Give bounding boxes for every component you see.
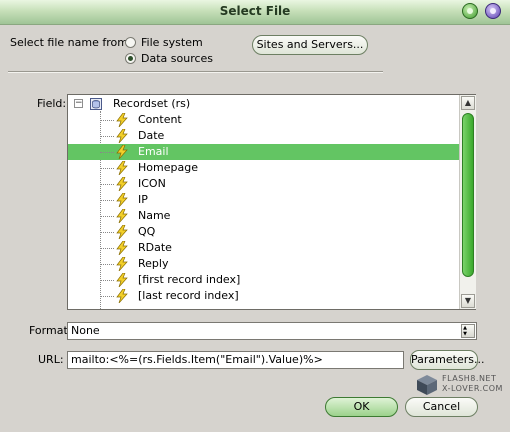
lightning-bolt-icon [116,288,128,304]
close-icon[interactable] [485,3,501,19]
data-sources-label[interactable]: Data sources [141,52,213,65]
sites-and-servers-button[interactable]: Sites and Servers... [252,35,368,55]
field-item-label: RDate [138,241,172,254]
field-item-first-record-index[interactable]: [first record index] [68,272,460,288]
field-item-label: IP [138,193,148,206]
lightning-bolt-icon [116,160,128,176]
field-item-rdate[interactable]: RDate [68,240,460,256]
watermark-line2: X-LOVER.COM [442,384,503,393]
format-label: Format: [29,324,72,337]
lightning-bolt-icon [116,256,128,272]
tree-connector [100,264,114,265]
chevron-down-icon[interactable]: ▲▼ [461,324,475,338]
scroll-up-icon[interactable]: ▲ [461,96,475,110]
tree-connector [100,168,114,169]
lightning-bolt-icon [116,224,128,240]
database-icon [90,98,102,110]
tree-connector [100,184,114,185]
file-system-radio[interactable] [125,37,136,48]
field-tree[interactable]: − Recordset (rs) Content Date Email Homepag… [67,94,476,310]
cube-logo-icon [417,375,437,395]
lightning-bolt-icon [116,144,128,160]
lightning-bolt-icon [116,272,128,288]
lightning-bolt-icon [116,240,128,256]
scroll-down-icon[interactable]: ▼ [461,294,475,308]
cancel-button[interactable]: Cancel [405,397,478,417]
collapse-icon[interactable]: − [74,99,83,108]
field-item-email[interactable]: Email [68,144,460,160]
source-label: Select file name from: [10,36,132,49]
field-item-label: Reply [138,257,169,270]
tree-connector [100,136,114,137]
lightning-bolt-icon [116,176,128,192]
field-label: Field: [37,97,67,110]
tree-root-recordset[interactable]: − Recordset (rs) [68,96,460,112]
field-item-ip[interactable]: IP [68,192,460,208]
data-sources-radio[interactable] [125,53,136,64]
field-item-label: Date [138,129,165,142]
watermark-line1: FLASH8.NET [442,374,497,383]
file-system-label[interactable]: File system [141,36,203,49]
format-value: None [71,324,100,337]
field-item-label: Name [138,209,171,222]
url-value: mailto:<%=(rs.Fields.Item("Email").Value… [71,353,323,366]
tree-connector [100,296,114,297]
url-label: URL: [38,353,64,366]
format-select[interactable]: None ▲▼ [67,322,477,340]
field-item-last-record-index[interactable]: [last record index] [68,288,460,304]
field-item-label: Email [138,145,169,158]
lightning-bolt-icon [116,128,128,144]
tree-connector [100,120,114,121]
field-item-content[interactable]: Content [68,112,460,128]
field-item-label: ICON [138,177,166,190]
field-item-label: Content [138,113,182,126]
separator [8,71,383,73]
field-item-label: Homepage [138,161,198,174]
field-tree-scrollbar[interactable]: ▲ ▼ [459,95,476,309]
scroll-thumb[interactable] [462,113,474,277]
url-input[interactable]: mailto:<%=(rs.Fields.Item("Email").Value… [67,351,404,369]
tree-connector [100,216,114,217]
tree-connector [100,200,114,201]
field-item-label: [last record index] [138,289,239,302]
field-item-date[interactable]: Date [68,128,460,144]
lightning-bolt-icon [116,208,128,224]
tree-connector [100,248,114,249]
window-title: Select File [219,4,291,18]
field-item-label: [first record index] [138,273,241,286]
field-item-icon[interactable]: ICON [68,176,460,192]
field-item-name[interactable]: Name [68,208,460,224]
field-item-qq[interactable]: QQ [68,224,460,240]
tree-connector [100,152,114,153]
minimize-icon[interactable] [462,3,478,19]
lightning-bolt-icon [116,192,128,208]
lightning-bolt-icon [116,112,128,128]
ok-button[interactable]: OK [325,397,398,417]
recordset-label: Recordset (rs) [113,97,191,110]
parameters-button[interactable]: Parameters... [410,350,484,370]
title-bar: Select File [0,0,510,25]
field-item-reply[interactable]: Reply [68,256,460,272]
tree-connector [100,280,114,281]
field-item-label: QQ [138,225,156,238]
select-file-dialog: Select File Select file name from: File … [0,0,510,432]
tree-connector [100,232,114,233]
field-item-homepage[interactable]: Homepage [68,160,460,176]
